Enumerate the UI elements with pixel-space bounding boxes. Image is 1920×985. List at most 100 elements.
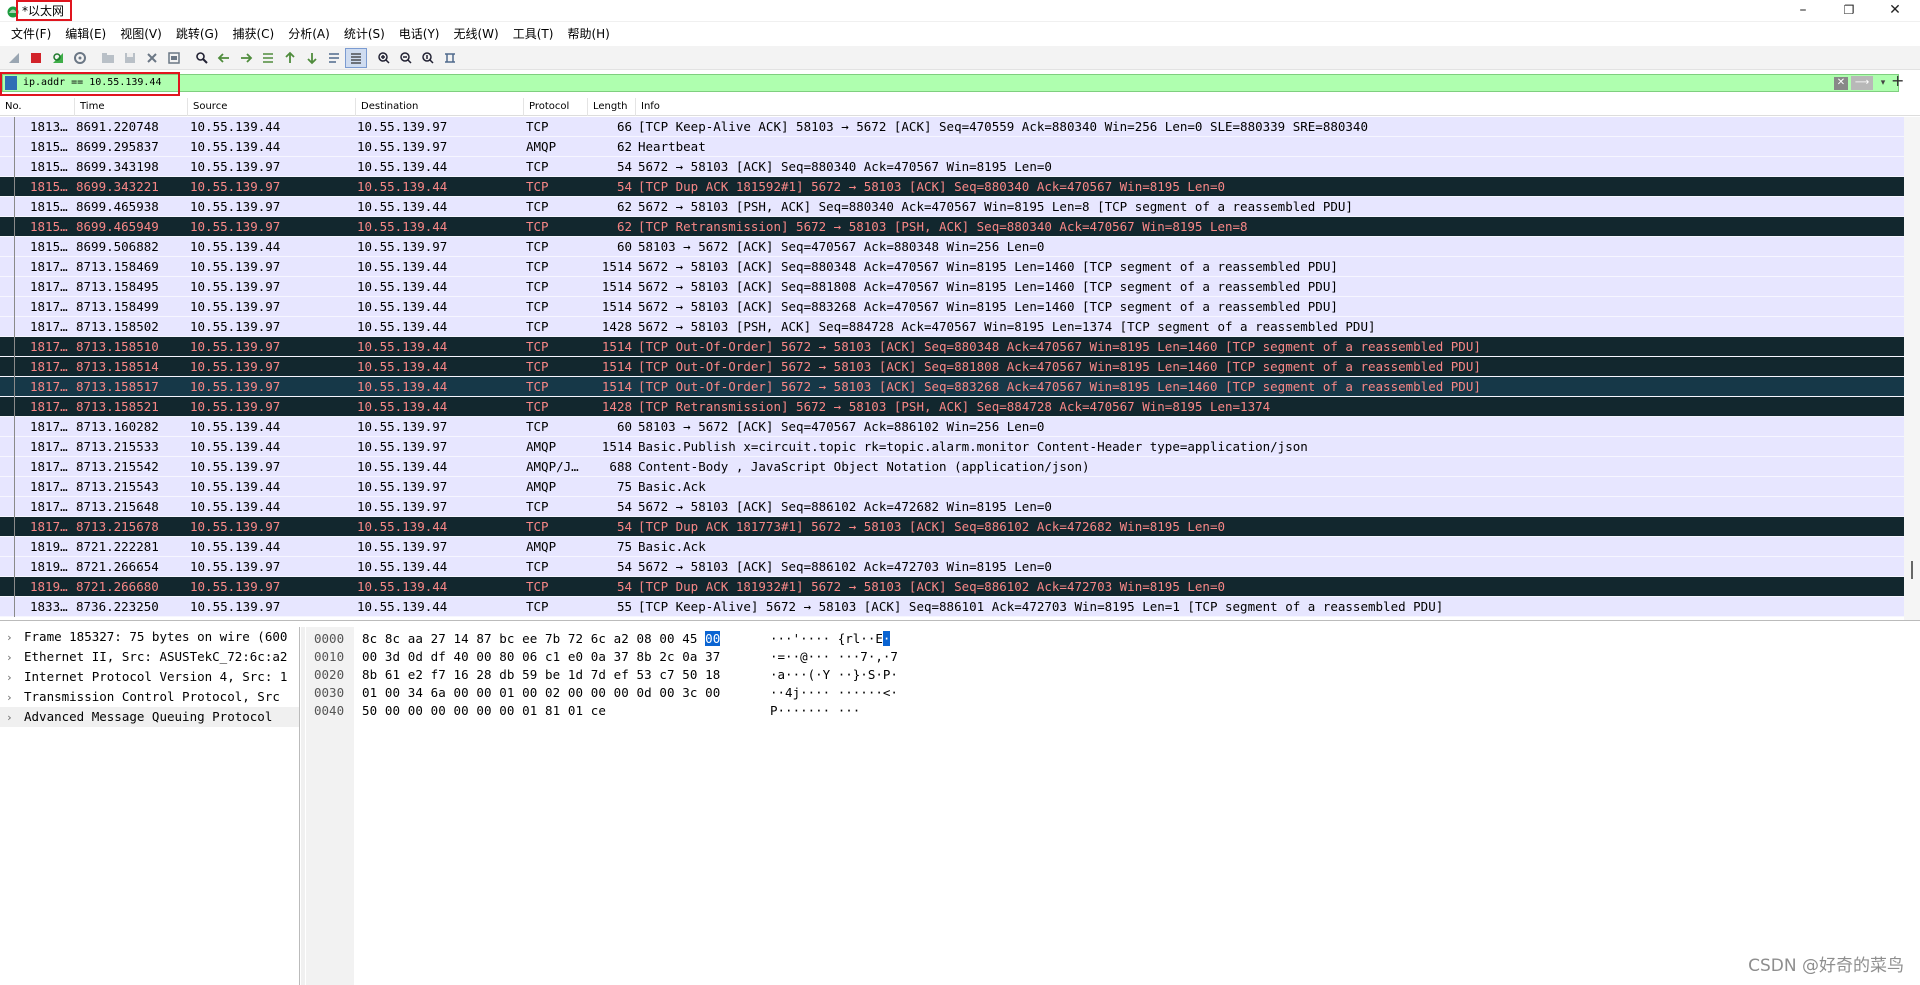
expand-arrow-icon[interactable]: › <box>6 668 24 688</box>
find-packet-icon[interactable] <box>191 48 213 68</box>
packet-no: 1817… <box>30 519 68 534</box>
packet-destination: 10.55.139.44 <box>357 399 448 414</box>
packet-row[interactable]: 1813… 8691.220748 10.55.139.44 10.55.139.97… <box>0 117 1904 137</box>
detail-tree-item[interactable]: › Advanced Message Queuing Protocol <box>0 707 299 727</box>
packet-row[interactable]: 1817… 8713.215542 10.55.139.97 10.55.139.44… <box>0 457 1904 477</box>
packet-row[interactable]: 1817… 8713.158521 10.55.139.97 10.55.139.44… <box>0 397 1904 417</box>
menu-view[interactable]: 视图(V) <box>113 23 169 45</box>
col-header-destination[interactable]: Destination <box>356 98 524 116</box>
go-last-icon[interactable] <box>301 48 323 68</box>
go-forward-icon[interactable] <box>235 48 257 68</box>
detail-tree-item[interactable]: › Transmission Control Protocol, Src <box>0 687 299 707</box>
packet-destination: 10.55.139.44 <box>357 359 448 374</box>
packet-row[interactable]: 1819… 8721.222281 10.55.139.44 10.55.139.97… <box>0 537 1904 557</box>
expand-arrow-icon[interactable]: › <box>6 648 24 668</box>
save-file-icon[interactable] <box>119 48 141 68</box>
packet-row[interactable]: 1815… 8699.506882 10.55.139.44 10.55.139.97… <box>0 237 1904 257</box>
packet-row[interactable]: 1815… 8699.465938 10.55.139.97 10.55.139.44… <box>0 197 1904 217</box>
menu-edit[interactable]: 编辑(E) <box>58 23 113 45</box>
col-header-protocol[interactable]: Protocol <box>524 98 588 116</box>
display-filter-input[interactable] <box>23 75 1813 91</box>
close-file-icon[interactable] <box>141 48 163 68</box>
detail-tree-item[interactable]: › Internet Protocol Version 4, Src: 1 <box>0 667 299 687</box>
packet-source: 10.55.139.97 <box>190 579 281 594</box>
auto-scroll-icon[interactable] <box>323 48 345 68</box>
packet-time: 8699.343198 <box>76 159 159 174</box>
col-header-length[interactable]: Length <box>588 98 636 116</box>
packet-length: 62 <box>616 199 632 214</box>
menu-wireless[interactable]: 无线(W) <box>447 23 506 45</box>
go-to-packet-icon[interactable] <box>257 48 279 68</box>
packet-length: 66 <box>616 119 632 134</box>
colorize-icon[interactable] <box>345 47 367 68</box>
expand-arrow-icon[interactable]: › <box>6 628 24 648</box>
packet-row[interactable]: 1815… 8699.343198 10.55.139.97 10.55.139.44… <box>0 157 1904 177</box>
menu-capture[interactable]: 捕获(C) <box>225 23 281 45</box>
display-filter-field[interactable]: ✕ ⟶ ▾ <box>2 74 1899 92</box>
detail-tree-item[interactable]: › Ethernet II, Src: ASUSTekC_72:6c:a2 <box>0 647 299 667</box>
packet-row[interactable]: 1815… 8699.465949 10.55.139.97 10.55.139.44… <box>0 217 1904 237</box>
packet-protocol: AMQP <box>526 479 557 494</box>
restart-capture-icon[interactable] <box>47 48 69 68</box>
expand-arrow-icon[interactable]: › <box>6 688 24 708</box>
packet-row[interactable]: 1819… 8721.266680 10.55.139.97 10.55.139.44… <box>0 577 1904 597</box>
packet-row[interactable]: 1817… 8713.215648 10.55.139.44 10.55.139.97… <box>0 497 1904 517</box>
resize-columns-icon[interactable] <box>439 48 461 68</box>
clear-filter-icon[interactable]: ✕ <box>1834 77 1848 90</box>
zoom-in-icon[interactable] <box>373 48 395 68</box>
ascii-bytes: ···'···· {rl··E <box>770 631 883 646</box>
menu-file[interactable]: 文件(F) <box>4 23 58 45</box>
capture-options-icon[interactable] <box>69 48 91 68</box>
packet-row[interactable]: 1817… 8713.158502 10.55.139.97 10.55.139.44… <box>0 317 1904 337</box>
reload-file-icon[interactable] <box>163 48 185 68</box>
detail-tree-item[interactable]: › Frame 185327: 75 bytes on wire (600 <box>0 627 299 647</box>
packet-row[interactable]: 1817… 8713.158499 10.55.139.97 10.55.139.44… <box>0 297 1904 317</box>
packet-row[interactable]: 1817… 8713.215533 10.55.139.44 10.55.139.97… <box>0 437 1904 457</box>
col-header-time[interactable]: Time <box>75 98 188 116</box>
col-header-source[interactable]: Source <box>188 98 356 116</box>
packet-row[interactable]: 1817… 8713.160282 10.55.139.44 10.55.139.97… <box>0 417 1904 437</box>
packet-source: 10.55.139.97 <box>190 459 281 474</box>
minimize-button[interactable]: – <box>1780 0 1826 22</box>
packet-row[interactable]: 1817… 8713.158469 10.55.139.97 10.55.139.44… <box>0 257 1904 277</box>
go-back-icon[interactable] <box>213 48 235 68</box>
go-first-icon[interactable] <box>279 48 301 68</box>
packet-protocol: TCP <box>526 179 549 194</box>
scrollbar-thumb[interactable] <box>1911 561 1913 579</box>
bookmark-icon[interactable] <box>5 76 17 90</box>
zoom-normal-icon[interactable] <box>417 48 439 68</box>
stop-capture-icon[interactable] <box>25 48 47 68</box>
filter-history-dropdown-icon[interactable]: ▾ <box>1876 76 1890 90</box>
byte-offset: 0020 <box>314 667 345 682</box>
menu-tools[interactable]: 工具(T) <box>506 23 561 45</box>
menu-go[interactable]: 跳转(G) <box>169 23 226 45</box>
packet-list-scrollbar[interactable] <box>1904 117 1920 620</box>
pane-splitter[interactable] <box>301 627 305 985</box>
packet-row[interactable]: 1817… 8713.158495 10.55.139.97 10.55.139.44… <box>0 277 1904 297</box>
col-header-info[interactable]: Info <box>636 98 1904 116</box>
menu-help[interactable]: 帮助(H) <box>560 23 616 45</box>
zoom-out-icon[interactable] <box>395 48 417 68</box>
open-file-icon[interactable] <box>97 48 119 68</box>
packet-row[interactable]: 1815… 8699.343221 10.55.139.97 10.55.139.44… <box>0 177 1904 197</box>
restore-button[interactable]: ❐ <box>1826 0 1872 22</box>
menu-telephony[interactable]: 电话(Y) <box>392 23 447 45</box>
menu-analyze[interactable]: 分析(A) <box>281 23 337 45</box>
packet-row[interactable]: 1817… 8713.215678 10.55.139.97 10.55.139.44… <box>0 517 1904 537</box>
packet-row[interactable]: 1817… 8713.215543 10.55.139.44 10.55.139.97… <box>0 477 1904 497</box>
packet-row[interactable]: 1815… 8699.295837 10.55.139.44 10.55.139.97… <box>0 137 1904 157</box>
row-tree-line <box>14 177 15 197</box>
col-header-no[interactable]: No. <box>0 98 75 116</box>
packet-row[interactable]: 1819… 8721.266654 10.55.139.97 10.55.139.44… <box>0 557 1904 577</box>
shark-fin-start-icon[interactable] <box>3 48 25 68</box>
add-filter-button-icon[interactable]: + <box>1891 71 1904 90</box>
packet-row[interactable]: 1817… 8713.158517 10.55.139.97 10.55.139.44… <box>0 377 1904 397</box>
close-button[interactable]: ✕ <box>1872 0 1918 22</box>
packet-row[interactable]: 1817… 8713.158514 10.55.139.97 10.55.139.44… <box>0 357 1904 377</box>
packet-row[interactable]: 1833… 8736.223250 10.55.139.97 10.55.139.44… <box>0 597 1904 617</box>
packet-row[interactable]: 1817… 8713.158510 10.55.139.97 10.55.139.44… <box>0 337 1904 357</box>
expand-arrow-icon[interactable]: › <box>6 708 24 728</box>
apply-filter-icon[interactable]: ⟶ <box>1851 76 1873 90</box>
menu-statistics[interactable]: 统计(S) <box>337 23 392 45</box>
packet-info: Basic.Ack <box>638 539 706 554</box>
